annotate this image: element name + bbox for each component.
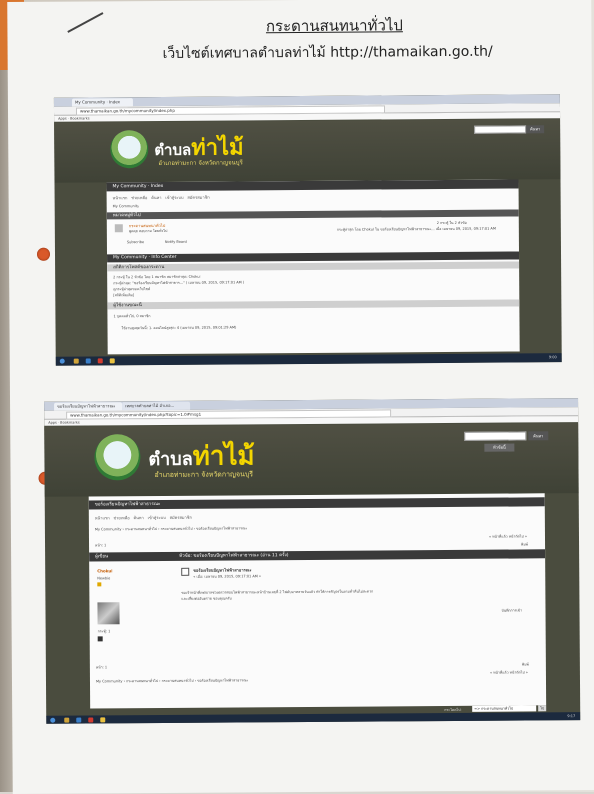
forum-nav: หน้าแรก ช่วยเหลือ ค้นหา เข้าสู่ระบบ สมัค… — [113, 194, 210, 202]
nav-help[interactable]: ช่วยเหลือ — [113, 515, 129, 520]
site-banner: ตำบลท่าไม้ อำเภอท่ามะกา จังหวัดกาญจนบุรี… — [54, 119, 561, 183]
search-button[interactable]: ค้นหา — [526, 125, 545, 134]
taskbar-clock: 9:17 — [567, 714, 576, 719]
folder-icon[interactable] — [64, 717, 70, 723]
online-bar: ผู้ใช้งานขณะนี้ — [107, 299, 520, 310]
online-line: 1 บุคคลทั่วไป, 0 สมาชิก — [113, 314, 151, 319]
board-description: พูดคุย สอบถาม โดยทั่วไป — [128, 228, 168, 234]
info-stats-bar: สถิติการโพสต์ของกระดาน — [107, 261, 520, 272]
taskbar: 9:00 — [55, 353, 562, 366]
post-icon — [181, 567, 190, 576]
nav-home[interactable]: หน้าแรก — [113, 195, 128, 200]
nav-register[interactable]: สมัครสมาชิก — [170, 515, 192, 520]
profile-icon[interactable] — [97, 636, 103, 642]
prev-next-links[interactable]: « หน้าที่แล้ว หน้าถัดไป » — [490, 669, 528, 675]
post-date: « เมื่อ: เมษายน 09, 2015, 09:17:01 AM » — [193, 574, 262, 579]
site-logo — [94, 434, 141, 481]
info-line[interactable]: [สถิติเพิ่มเติม] — [113, 292, 134, 298]
search-button[interactable]: ค้นหา — [528, 431, 549, 441]
media-icon[interactable] — [97, 358, 103, 364]
col-topic: หัวข้อ: ขอร้องเรียนปัญหาไฟฟ้าสาธารณะ (อ่… — [179, 553, 289, 559]
site-brand-subtitle: อำเภอท่ามะกา จังหวัดกาญจนบุรี — [154, 470, 254, 480]
start-icon[interactable] — [59, 358, 65, 364]
chrome-icon[interactable] — [100, 717, 106, 723]
taskbar-clock: 9:00 — [548, 355, 557, 360]
nav-search[interactable]: ค้นหา — [133, 515, 143, 520]
topic-header-bar: ขอร้องเรียนปัญหาไฟฟ้าสาธารณะ — [88, 497, 545, 510]
author-rank: Newbie — [97, 576, 111, 581]
browser-icon[interactable] — [85, 358, 91, 364]
nav-search[interactable]: ค้นหา — [151, 195, 161, 200]
breadcrumb[interactable]: My Community — [113, 204, 139, 208]
online-line: ใช้งานสูงสุดวันนี้: 1. ออนไลน์สูงสุด: 4 … — [121, 325, 237, 331]
star-icon — [97, 582, 102, 587]
punch-hole-top — [36, 247, 51, 261]
browser-icon[interactable] — [76, 717, 82, 723]
jump-select[interactable]: => กระดานสนทนาทั่วไป — [472, 705, 537, 712]
info-center-bar: My Community · Info Center — [107, 251, 520, 263]
forum-nav: หน้าแรก ช่วยเหลือ ค้นหา เข้าสู่ระบบ สมัค… — [95, 514, 192, 522]
nav-register[interactable]: สมัครสมาชิก — [187, 195, 209, 200]
start-icon[interactable] — [50, 717, 56, 723]
forum-header-bar: My Community · Index — [106, 179, 519, 192]
site-banner: ตำบลท่าไม้ อำเภอท่ามะกา จังหวัดกาญจนบุรี… — [44, 423, 579, 497]
subscribe-link[interactable]: Subscribe — [127, 240, 144, 244]
topic-columns-bar: ผู้เขียน หัวข้อ: ขอร้องเรียนปัญหาไฟฟ้าสา… — [89, 549, 546, 562]
pager[interactable]: หน้า: 1 — [96, 664, 107, 670]
printed-paper: กระดานสนทนาทั่วไป เว็บไซต์เทศบาลตำบลท่าไ… — [7, 0, 594, 794]
nav-login[interactable]: เข้าสู่ระบบ — [165, 195, 183, 200]
screenshot-forum-topic: ขอร้องเรียนปัญหาไฟฟ้าสาธารณะ เทศบาลตำบลท… — [44, 398, 581, 724]
col-author: ผู้เขียน — [95, 554, 109, 560]
scope-select[interactable]: หัวข้อนี้ — [484, 443, 515, 452]
screenshot-forum-index: My Community · Index www.thamaikan.go.th… — [53, 94, 562, 366]
folder-icon[interactable] — [73, 358, 79, 364]
author-posts: กระทู้: 1 — [97, 629, 111, 634]
logged-link[interactable]: บันทึกการเข้า — [501, 607, 522, 613]
prev-next-links[interactable]: « หน้าที่แล้ว หน้าถัดไป » — [489, 533, 527, 539]
board-icon — [114, 224, 123, 233]
forum-content: My Community · Index หน้าแรก ช่วยเหลือ ค… — [106, 179, 520, 355]
board-last-post[interactable]: กระทู้ล่าสุด โดย Chokul ใน ขอร้องเรียนปั… — [337, 225, 517, 232]
search-input[interactable] — [464, 431, 527, 441]
chrome-icon[interactable] — [109, 358, 115, 364]
print-link[interactable]: พิมพ์ — [521, 541, 528, 547]
nav-help[interactable]: ช่วยเหลือ — [131, 195, 147, 200]
site-logo — [110, 130, 149, 169]
media-icon[interactable] — [88, 717, 94, 723]
notify-link[interactable]: Notify Board — [165, 240, 187, 244]
nav-login[interactable]: เข้าสู่ระบบ — [148, 515, 166, 520]
page-subtitle: เว็บไซต์เทศบาลตำบลท่าไม้ http://thamaika… — [162, 43, 493, 62]
page-title: กระดานสนทนาทั่วไป — [265, 16, 403, 36]
avatar — [97, 602, 120, 625]
pen-scribble — [67, 12, 104, 33]
board-category-bar: หมวดหมู่ทั่วไป — [106, 209, 519, 220]
pager[interactable]: หน้า: 1 — [95, 542, 106, 548]
breadcrumb[interactable]: My Community › กระดานสนทนาทั่วไป › กระดา… — [96, 676, 396, 684]
post-body: และเสี่ยงต่ออันตราย ขอบคุณครับ — [181, 596, 232, 601]
print-link[interactable]: พิมพ์ — [522, 661, 529, 667]
author-name[interactable]: Chokul — [97, 568, 112, 573]
jump-go-button[interactable]: ไป — [538, 705, 547, 712]
forum-content: ขอร้องเรียนปัญหาไฟฟ้าสาธารณะ หน้าแรก ช่ว… — [88, 493, 547, 709]
taskbar: 9:17 — [46, 712, 581, 724]
breadcrumb[interactable]: My Community › กระดานสนทนาทั่วไป › กระดา… — [95, 524, 395, 532]
search-input[interactable] — [474, 125, 527, 134]
nav-home[interactable]: หน้าแรก — [95, 515, 110, 520]
site-brand-subtitle: อำเภอท่ามะกา จังหวัดกาญจนบุรี — [158, 159, 243, 167]
